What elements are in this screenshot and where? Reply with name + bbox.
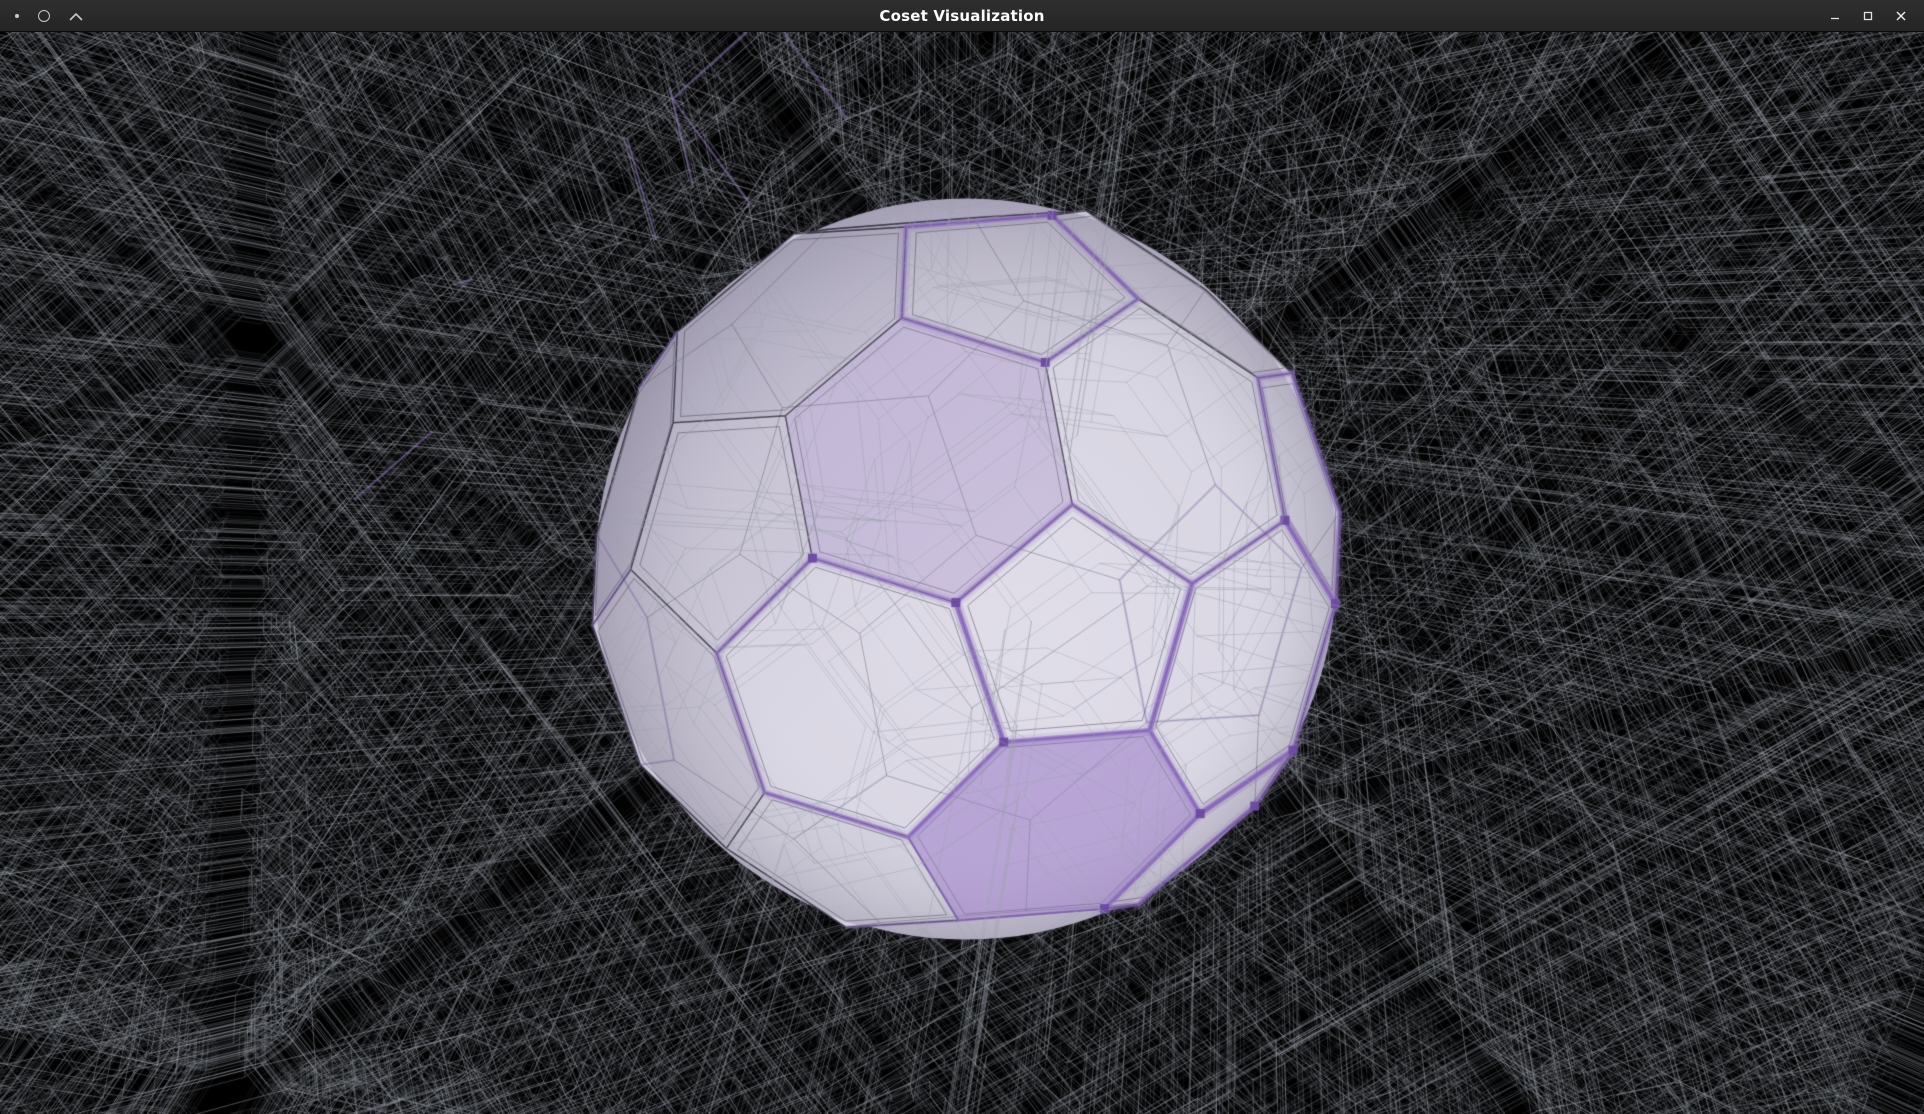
close-button[interactable] <box>1888 3 1914 29</box>
window-title: Coset Visualization <box>879 7 1044 25</box>
titlebar[interactable]: Coset Visualization <box>0 0 1924 32</box>
minimize-button[interactable] <box>1822 3 1848 29</box>
chevron-up-icon[interactable] <box>69 6 83 25</box>
maximize-button[interactable] <box>1855 3 1881 29</box>
menu-dot-icon[interactable] <box>15 14 19 18</box>
circle-icon[interactable] <box>38 10 50 22</box>
minimize-icon <box>1829 10 1841 22</box>
titlebar-left-controls <box>0 6 83 25</box>
close-icon <box>1895 10 1907 22</box>
app-window: Coset Visualization <box>0 0 1924 1114</box>
titlebar-right-controls <box>1822 3 1924 29</box>
scene-canvas[interactable] <box>0 32 1924 1114</box>
maximize-icon <box>1862 10 1874 22</box>
